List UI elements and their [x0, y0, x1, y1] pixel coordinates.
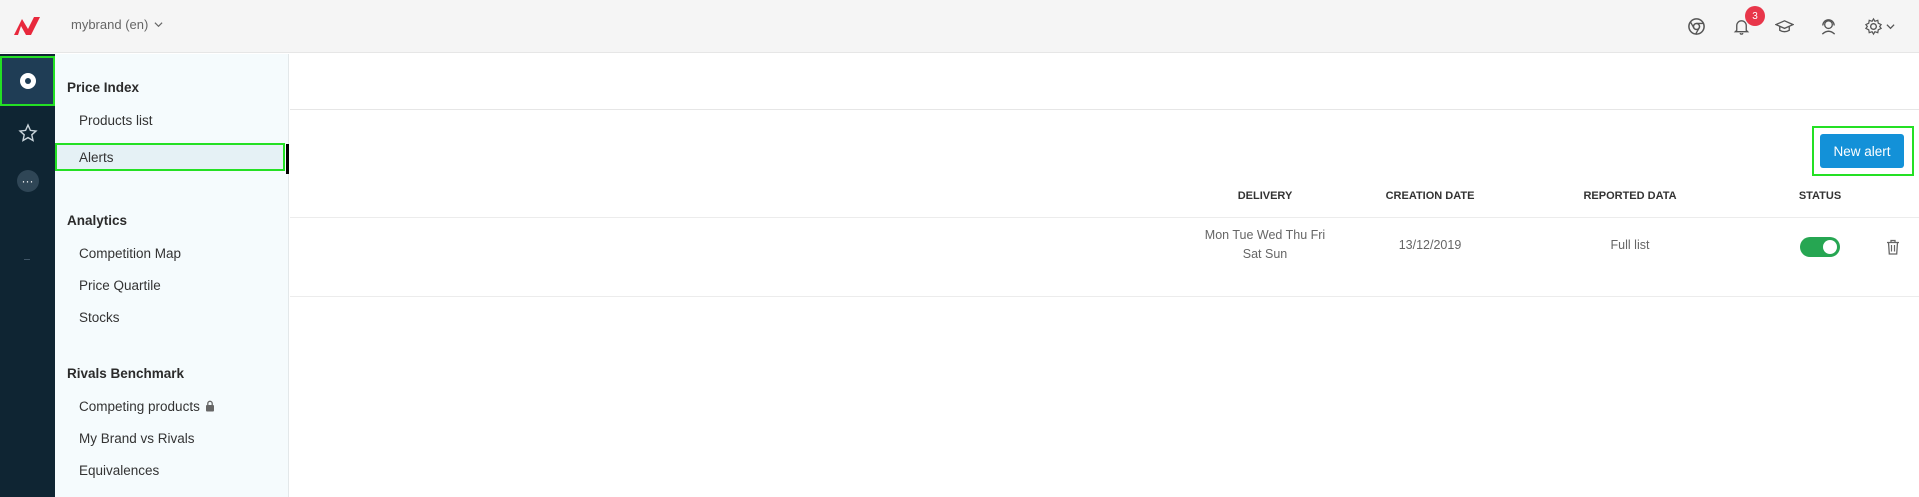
- brand-selector-label: mybrand (en): [71, 17, 149, 32]
- delivery-days-line1: Mon Tue Wed Thu Fri: [1204, 228, 1326, 242]
- main-content: New alert DELIVERY CREATION DATE REPORTE…: [290, 54, 1919, 497]
- new-alert-button[interactable]: New alert: [1820, 134, 1904, 168]
- creation-date-cell: 13/12/2019: [1398, 238, 1462, 252]
- sidebar-item-label: My Brand vs Rivals: [79, 430, 195, 446]
- sidebar-item-label: Equivalences: [79, 462, 160, 478]
- brand-logo[interactable]: [12, 14, 42, 38]
- more-icon: ···: [16, 170, 39, 192]
- table-row-divider: [290, 296, 1919, 297]
- sidebar-item-label: Price Quartile: [79, 277, 161, 293]
- sidebar-item-label: Stocks: [79, 309, 120, 325]
- column-header-status[interactable]: STATUS: [1780, 190, 1860, 202]
- new-alert-highlight: New alert: [1812, 126, 1914, 176]
- sidebar-item-competing-products[interactable]: Competing products: [55, 392, 289, 420]
- rail-item-dashboard[interactable]: [0, 56, 55, 106]
- module-rail: ···: [0, 54, 55, 497]
- section-title-price-index: Price Index: [67, 80, 140, 95]
- column-header-reported-data[interactable]: REPORTED DATA: [1555, 190, 1705, 202]
- sidebar-item-stocks[interactable]: Stocks: [55, 303, 289, 331]
- graduation-cap-icon[interactable]: [1772, 14, 1796, 38]
- sidebar-item-label: Competing products: [79, 398, 200, 414]
- sidebar-item-competition-map[interactable]: Competition Map: [55, 239, 289, 267]
- section-title-analytics: Analytics: [67, 213, 128, 228]
- rail-divider: [24, 259, 30, 260]
- notification-badge: 3: [1745, 6, 1765, 26]
- sidebar-item-my-brand-vs-rivals[interactable]: My Brand vs Rivals: [55, 424, 289, 452]
- sidebar-item-label: Products list: [79, 112, 153, 128]
- column-header-delivery[interactable]: DELIVERY: [1210, 190, 1320, 202]
- column-header-creation-date[interactable]: CREATION DATE: [1365, 190, 1495, 202]
- brand-selector[interactable]: mybrand (en): [71, 17, 163, 32]
- sidebar-item-price-quartile[interactable]: Price Quartile: [55, 271, 289, 299]
- sidebar-item-alerts[interactable]: Alerts: [55, 143, 285, 171]
- top-bar: mybrand (en) 3: [0, 0, 1919, 53]
- table-header-divider: [290, 217, 1919, 218]
- status-toggle[interactable]: [1800, 237, 1840, 257]
- secondary-sidebar: Price Index Products list Alerts Analyti…: [55, 54, 289, 497]
- sidebar-item-label: Alerts: [79, 149, 114, 165]
- star-icon: [17, 123, 38, 142]
- reported-data-cell: Full list: [1610, 238, 1650, 252]
- trash-icon[interactable]: [1884, 238, 1902, 256]
- settings-menu[interactable]: [1861, 14, 1897, 38]
- support-agent-icon[interactable]: [1816, 14, 1840, 38]
- sidebar-item-equivalences[interactable]: Equivalences: [55, 456, 289, 484]
- sidebar-item-products-list[interactable]: Products list: [55, 106, 289, 134]
- active-item-indicator: [286, 144, 289, 174]
- sidebar-item-label: Competition Map: [79, 245, 182, 261]
- target-icon: [19, 73, 36, 89]
- rail-item-favorites[interactable]: [0, 108, 55, 158]
- lock-icon: [205, 400, 214, 412]
- chevron-down-icon: [154, 22, 163, 28]
- gear-icon: [1864, 17, 1882, 35]
- rail-item-more[interactable]: ···: [0, 156, 55, 206]
- divider: [290, 109, 1919, 110]
- delivery-days-line2: Sat Sun: [1242, 247, 1288, 261]
- chevron-down-icon: [1885, 23, 1895, 29]
- section-title-rivals-benchmark: Rivals Benchmark: [67, 366, 185, 381]
- toggle-knob: [1823, 240, 1837, 254]
- delivery-cell: Mon Tue Wed Thu Fri Sat Sun: [1195, 226, 1335, 264]
- chrome-icon[interactable]: [1684, 14, 1708, 38]
